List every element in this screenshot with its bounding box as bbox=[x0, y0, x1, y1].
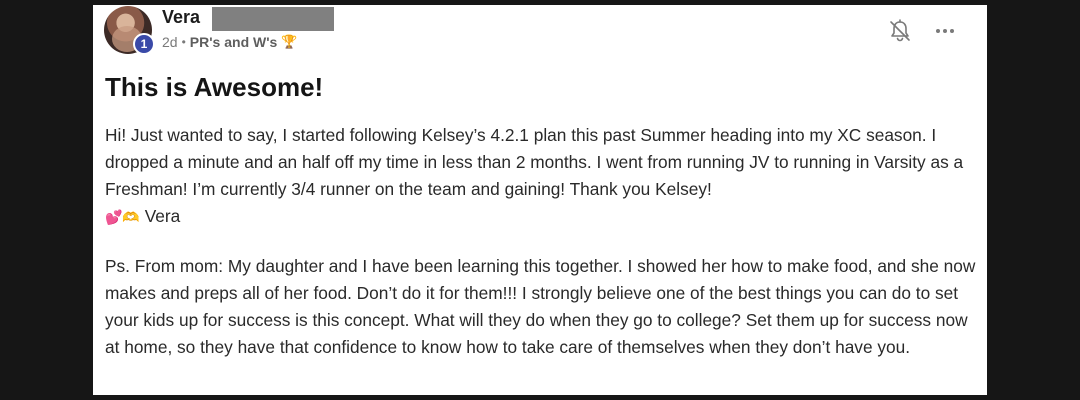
signature-emojis: 💕🫶 bbox=[105, 209, 140, 225]
redacted-surname bbox=[212, 7, 334, 31]
more-horizontal-icon[interactable] bbox=[933, 19, 957, 43]
category-link[interactable]: PR's and W's bbox=[190, 34, 278, 50]
post-title: This is Awesome! bbox=[105, 72, 324, 102]
author-name[interactable]: Vera bbox=[162, 7, 200, 28]
post-card: 1 Vera 2d • PR's and W's 🏆 This is Aweso… bbox=[93, 5, 987, 395]
post-paragraph-1: Hi! Just wanted to say, I started follow… bbox=[105, 122, 977, 231]
post-time[interactable]: 2d bbox=[162, 34, 178, 50]
signature: Vera bbox=[144, 206, 181, 226]
meta-separator: • bbox=[181, 35, 186, 49]
trophy-icon: 🏆 bbox=[281, 34, 298, 49]
bell-off-icon[interactable] bbox=[889, 19, 911, 43]
post-paragraph-2: Ps. From mom: My daughter and I have bee… bbox=[105, 256, 976, 357]
paragraph-1-text: Hi! Just wanted to say, I started follow… bbox=[105, 125, 964, 199]
post-body: Hi! Just wanted to say, I started follow… bbox=[105, 122, 977, 361]
post-meta: 2d • PR's and W's 🏆 bbox=[162, 34, 298, 50]
level-badge: 1 bbox=[133, 33, 155, 55]
